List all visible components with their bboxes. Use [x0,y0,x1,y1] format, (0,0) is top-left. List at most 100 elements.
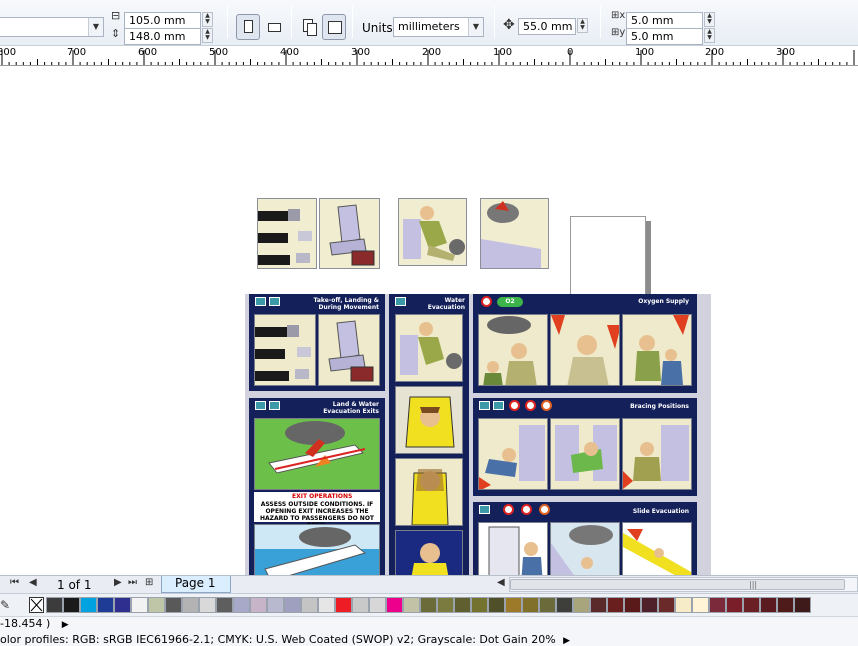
prev-page-icon[interactable]: ◀ [29,577,37,588]
color-swatch[interactable] [437,597,454,613]
current-page-button[interactable] [322,14,346,40]
page-tab[interactable]: Page 1 [161,576,231,593]
color-swatch[interactable] [46,597,63,613]
color-swatch[interactable] [556,597,573,613]
takeoff-panel[interactable]: Take-off, Landing & During Movement [249,294,385,391]
page-counter: 1 of 1 [57,578,92,592]
expand-arrow-icon[interactable]: ▶ [563,636,570,646]
color-swatch[interactable] [454,597,471,613]
page-height-spinner[interactable]: ▲ ▼ [202,28,213,43]
eyedropper-icon[interactable]: ✎ [0,598,10,612]
color-swatch[interactable] [369,597,386,613]
color-swatch[interactable] [284,597,301,613]
last-page-icon[interactable]: ⏭ [128,577,137,588]
add-page-icon[interactable]: ⊞ [145,577,153,588]
water-evacuation-panel[interactable]: Water Evacuation [389,294,469,575]
no-items-icon [541,400,552,411]
portrait-button[interactable] [236,14,260,40]
nudge-field[interactable]: 55.0 mm [518,18,576,35]
page-width-field[interactable]: 105.0 mm [124,12,201,29]
duplicate-y-field[interactable]: 5.0 mm [626,28,703,45]
color-swatch[interactable] [420,597,437,613]
color-swatch[interactable] [335,597,352,613]
landscape-button[interactable] [262,14,286,40]
property-bar: ▼ ⊟ 105.0 mm ▲ ▼ ⇕ 148.0 mm ▲ ▼ Units: mil… [0,0,858,46]
color-swatch[interactable] [216,597,233,613]
o2-badge: O2 [497,297,523,307]
color-swatch[interactable] [590,597,607,613]
no-luggage-icon [509,400,520,411]
all-pages-button[interactable] [297,14,321,40]
color-swatch[interactable] [743,597,760,613]
page-height-field[interactable]: 148.0 mm [124,28,201,45]
color-swatch[interactable] [505,597,522,613]
duplicate-x-spinner[interactable]: ▲ ▼ [704,12,715,27]
color-swatch[interactable] [352,597,369,613]
duplicate-y-spinner[interactable]: ▲ ▼ [704,28,715,43]
color-swatch[interactable] [624,597,641,613]
color-swatch[interactable] [522,597,539,613]
color-swatch[interactable] [403,597,420,613]
horizontal-scrollbar[interactable]: ||| [509,577,858,592]
color-swatch[interactable] [233,597,250,613]
color-swatch[interactable] [607,597,624,613]
color-swatch[interactable] [80,597,97,613]
color-swatch[interactable] [301,597,318,613]
expand-arrow-icon[interactable]: ▶ [62,620,69,630]
seat-tile[interactable] [319,198,380,269]
color-swatch[interactable] [267,597,284,613]
color-swatch[interactable] [165,597,182,613]
duplicate-x-field[interactable]: 5.0 mm [626,12,703,29]
color-swatch[interactable] [573,597,590,613]
color-swatch[interactable] [658,597,675,613]
page-height-value: 148.0 mm [129,30,186,43]
color-swatch[interactable] [148,597,165,613]
seat-scene [318,314,380,386]
color-swatch[interactable] [692,597,709,613]
color-swatch[interactable] [199,597,216,613]
first-page-icon[interactable]: ⏮ [10,577,19,588]
slide-scene-3 [622,522,692,575]
color-swatch[interactable] [318,597,335,613]
seatbelt-tile[interactable] [257,198,317,269]
color-swatch[interactable] [675,597,692,613]
no-color-swatch[interactable] [29,597,44,613]
nudge-spinner[interactable]: ▲ ▼ [577,18,588,33]
next-page-icon[interactable]: ▶ [114,577,122,588]
page-frame[interactable] [570,216,646,296]
seatbelt-scene [254,314,316,386]
oxygen-supply-panel[interactable]: O2 Oxygen Supply [473,294,697,393]
color-swatch[interactable] [488,597,505,613]
paper-size-dropdown[interactable]: ▼ [0,17,104,37]
units-dropdown[interactable]: millimeters ▼ [393,17,484,37]
color-swatch[interactable] [114,597,131,613]
color-swatch[interactable] [250,597,267,613]
life-vest-scene-4 [395,530,463,575]
bracing-title: Bracing Positions [630,403,689,410]
horizontal-ruler[interactable]: 800 700 600 500 400 300 200 100 0 100 20… [0,46,858,66]
smoke-tile[interactable] [480,198,549,269]
slide-evacuation-panel[interactable]: Slide Evacuation [473,502,697,575]
color-swatch[interactable] [539,597,556,613]
passenger-tile[interactable] [398,198,467,266]
drawing-canvas[interactable]: Take-off, Landing & During Movement Land… [0,67,858,575]
color-swatch[interactable] [63,597,80,613]
ruler-label: 200 [705,47,725,58]
color-swatch[interactable] [182,597,199,613]
color-swatch[interactable] [97,597,114,613]
color-swatch[interactable] [641,597,658,613]
water-title: Water Evacuation [427,297,465,311]
color-swatch[interactable] [777,597,794,613]
color-swatch[interactable] [471,597,488,613]
color-swatch[interactable] [760,597,777,613]
scrollbar-thumb[interactable]: ||| [510,579,845,590]
color-swatch[interactable] [709,597,726,613]
bracing-positions-panel[interactable]: Bracing Positions [473,398,697,496]
color-swatch[interactable] [726,597,743,613]
color-swatch[interactable] [131,597,148,613]
color-swatch[interactable] [794,597,811,613]
exits-panel[interactable]: Land & Water Evacuation Exits EXIT OPERA… [249,398,385,575]
scroll-left-icon[interactable]: ◀ [497,577,505,588]
color-swatch[interactable] [386,597,403,613]
page-width-spinner[interactable]: ▲ ▼ [202,12,213,27]
